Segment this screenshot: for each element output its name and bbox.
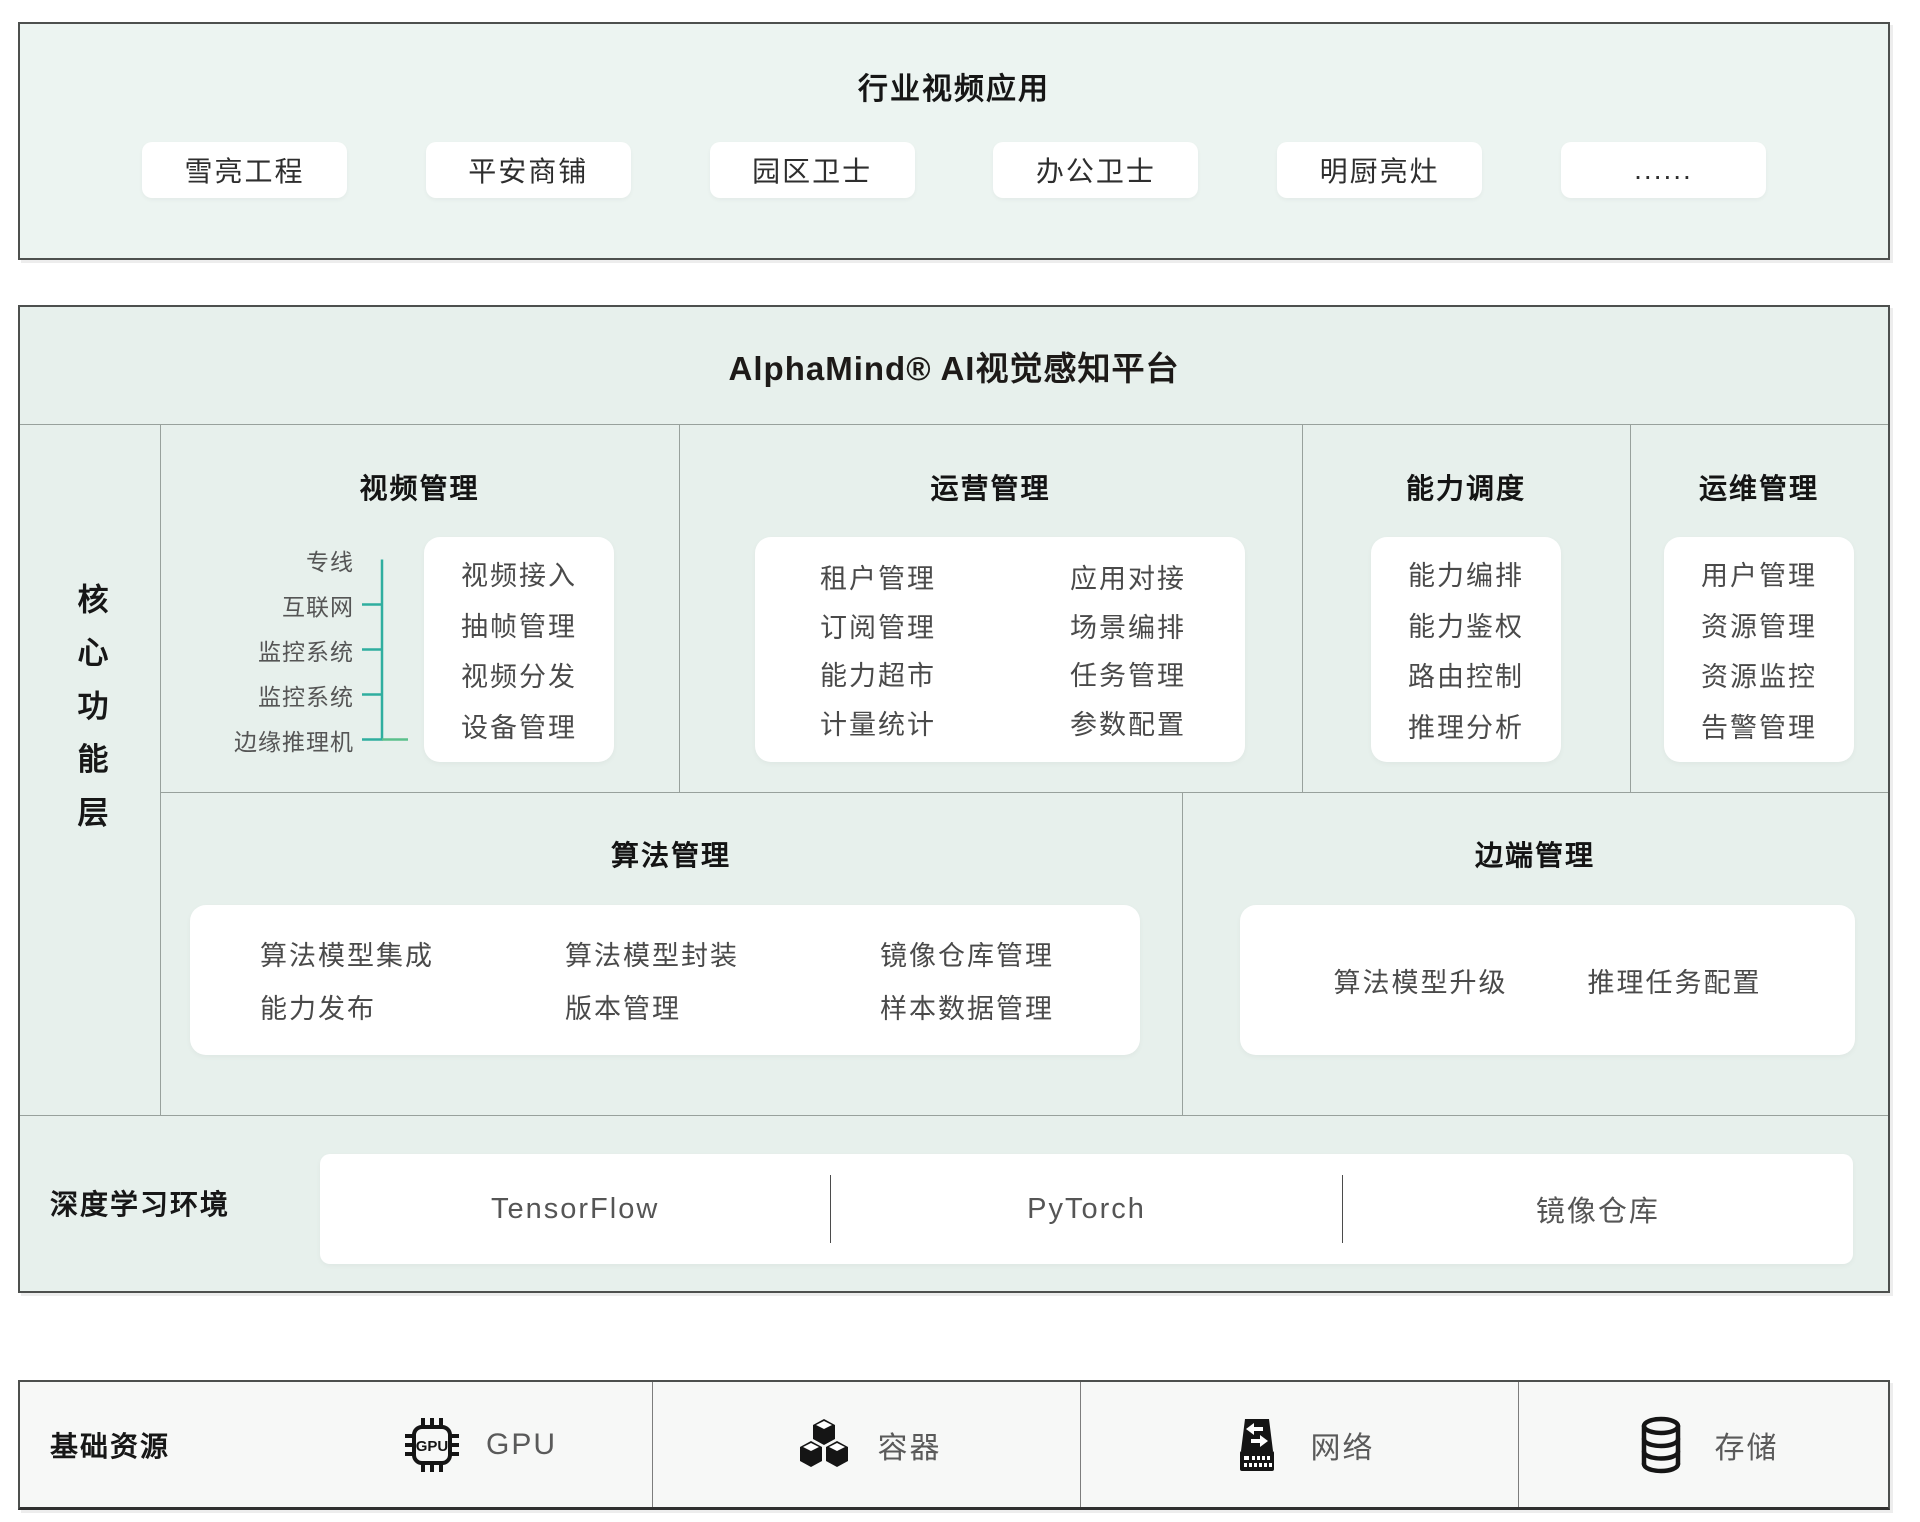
resource-cell-gpu: GPU GPU [305, 1382, 653, 1507]
ops-item: 告警管理 [1701, 706, 1817, 745]
ops-item: 资源管理 [1701, 605, 1817, 644]
platform-panel: AlphaMind® AI视觉感知平台 核心功能层 视频管理 专线 互联网 监控… [18, 305, 1890, 1293]
algorithm-item: 能力发布 [260, 987, 565, 1026]
ops-item: 用户管理 [1701, 554, 1817, 593]
edge-items-box: 算法模型升级 推理任务配置 [1240, 905, 1855, 1055]
ops-management-column: 运维管理 用户管理 资源管理 资源监控 告警管理 [1630, 425, 1888, 792]
resource-cell-container: 容器 [653, 1382, 1081, 1507]
algorithm-item: 样本数据管理 [880, 987, 1140, 1026]
video-source-label: 边缘推理机 [190, 717, 362, 762]
app-chip-yuanqu: 园区卫士 [710, 142, 915, 198]
scheduling-item: 路由控制 [1408, 655, 1524, 694]
dl-item-registry: 镜像仓库 [1343, 1154, 1853, 1264]
deep-learning-label: 深度学习环境 [50, 1115, 230, 1291]
resource-label-storage: 存储 [1715, 1423, 1779, 1467]
edge-item: 推理任务配置 [1588, 961, 1762, 1000]
video-items-box: 视频接入 抽帧管理 视频分发 设备管理 [424, 537, 614, 762]
video-sources: 专线 互联网 监控系统 监控系统 边缘推理机 [190, 537, 362, 762]
container-icon [792, 1413, 856, 1477]
architecture-diagram: 行业视频应用 雪亮工程 平安商铺 园区卫士 办公卫士 明厨亮灶 ...... A… [0, 0, 1920, 1522]
video-source-label: 互联网 [190, 582, 362, 627]
video-item: 视频接入 [461, 554, 577, 593]
industry-apps-chip-row: 雪亮工程 平安商铺 园区卫士 办公卫士 明厨亮灶 ...... [20, 142, 1888, 198]
app-chip-mingchu: 明厨亮灶 [1277, 142, 1482, 198]
app-chip-xueliang: 雪亮工程 [142, 142, 347, 198]
algorithm-item: 镜像仓库管理 [880, 934, 1140, 973]
operation-management-column: 运营管理 租户管理 订阅管理 能力超市 计量统计 应用对接 场景编排 任务管理 … [679, 425, 1302, 792]
algorithm-items-row2: 能力发布 版本管理 样本数据管理 [260, 987, 1140, 1026]
operation-item: 租户管理 [820, 557, 1070, 596]
algorithm-management-title: 算法管理 [160, 834, 1182, 874]
operation-items-box: 租户管理 订阅管理 能力超市 计量统计 应用对接 场景编排 任务管理 参数配置 [755, 537, 1245, 762]
edge-management-title: 边端管理 [1182, 834, 1888, 874]
ops-items-box: 用户管理 资源管理 资源监控 告警管理 [1664, 537, 1854, 762]
app-chip-more: ...... [1561, 142, 1766, 198]
operation-item: 应用对接 [1070, 557, 1186, 596]
connector-lines-icon [362, 537, 424, 762]
video-source-label: 监控系统 [190, 672, 362, 717]
resource-label-gpu: GPU [486, 1428, 557, 1462]
deep-learning-row: 深度学习环境 TensorFlow PyTorch 镜像仓库 [20, 1115, 1888, 1291]
gpu-chip-icon: GPU [400, 1413, 464, 1477]
dl-item-pytorch: PyTorch [831, 1154, 1341, 1264]
industry-apps-title: 行业视频应用 [20, 64, 1888, 108]
operation-management-title: 运营管理 [679, 467, 1302, 507]
edge-management-column: 边端管理 算法模型升级 推理任务配置 [1182, 792, 1888, 1115]
resource-cell-storage: 存储 [1519, 1382, 1888, 1507]
ops-management-title: 运维管理 [1630, 467, 1888, 507]
core-layer-label-wrap: 核心功能层 [20, 425, 160, 1115]
algorithm-items-row1: 算法模型集成 算法模型封装 镜像仓库管理 [260, 934, 1140, 973]
dl-item-tensorflow: TensorFlow [320, 1154, 830, 1264]
video-management-column: 视频管理 专线 互联网 监控系统 监控系统 边缘推理机 [160, 425, 679, 792]
algorithm-items-box: 算法模型集成 算法模型封装 镜像仓库管理 能力发布 版本管理 样本数据管理 [190, 905, 1140, 1055]
app-chip-bangong: 办公卫士 [993, 142, 1198, 198]
algorithm-item: 算法模型集成 [260, 934, 565, 973]
resource-cell-network: 网络 [1081, 1382, 1519, 1507]
industry-apps-panel: 行业视频应用 雪亮工程 平安商铺 园区卫士 办公卫士 明厨亮灶 ...... [18, 22, 1890, 260]
app-chip-pingan: 平安商铺 [426, 142, 631, 198]
video-item: 设备管理 [461, 706, 577, 745]
operation-item: 能力超市 [820, 654, 1070, 693]
video-management-content: 专线 互联网 监控系统 监控系统 边缘推理机 [190, 537, 614, 762]
storage-icon [1629, 1413, 1693, 1477]
video-source-label: 监控系统 [190, 627, 362, 672]
capability-scheduling-column: 能力调度 能力编排 能力鉴权 路由控制 推理分析 [1302, 425, 1630, 792]
edge-item: 算法模型升级 [1334, 961, 1508, 1000]
operation-item: 订阅管理 [820, 606, 1070, 645]
scheduling-item: 能力编排 [1408, 554, 1524, 593]
algorithm-item: 版本管理 [565, 987, 880, 1026]
network-icon [1225, 1413, 1289, 1477]
scheduling-item: 能力鉴权 [1408, 605, 1524, 644]
algorithm-item: 算法模型封装 [565, 934, 880, 973]
operation-items-col1: 租户管理 订阅管理 能力超市 计量统计 [820, 557, 1070, 742]
operation-item: 参数配置 [1070, 703, 1186, 742]
algorithm-management-column: 算法管理 算法模型集成 算法模型封装 镜像仓库管理 能力发布 版本管理 样本数据… [160, 792, 1182, 1115]
video-item: 视频分发 [461, 655, 577, 694]
video-item: 抽帧管理 [461, 605, 577, 644]
ops-item: 资源监控 [1701, 655, 1817, 694]
gpu-chip-text: GPU [416, 1438, 449, 1455]
resource-label-network: 网络 [1311, 1423, 1375, 1467]
scheduling-items-box: 能力编排 能力鉴权 路由控制 推理分析 [1371, 537, 1561, 762]
scheduling-item: 推理分析 [1408, 706, 1524, 745]
resource-label-container: 容器 [878, 1423, 942, 1467]
base-resources-panel: 基础资源 GPU GPU [18, 1380, 1890, 1510]
video-source-label: 专线 [190, 537, 362, 582]
capability-scheduling-title: 能力调度 [1302, 467, 1630, 507]
base-resources-label: 基础资源 [20, 1382, 305, 1507]
deep-learning-box: TensorFlow PyTorch 镜像仓库 [320, 1154, 1853, 1264]
core-layer-label: 核心功能层 [68, 583, 113, 1115]
video-management-title: 视频管理 [160, 467, 679, 507]
operation-items-col2: 应用对接 场景编排 任务管理 参数配置 [1070, 557, 1186, 742]
operation-item: 场景编排 [1070, 606, 1186, 645]
platform-title: AlphaMind® AI视觉感知平台 [20, 307, 1888, 425]
operation-item: 计量统计 [820, 703, 1070, 742]
operation-item: 任务管理 [1070, 654, 1186, 693]
